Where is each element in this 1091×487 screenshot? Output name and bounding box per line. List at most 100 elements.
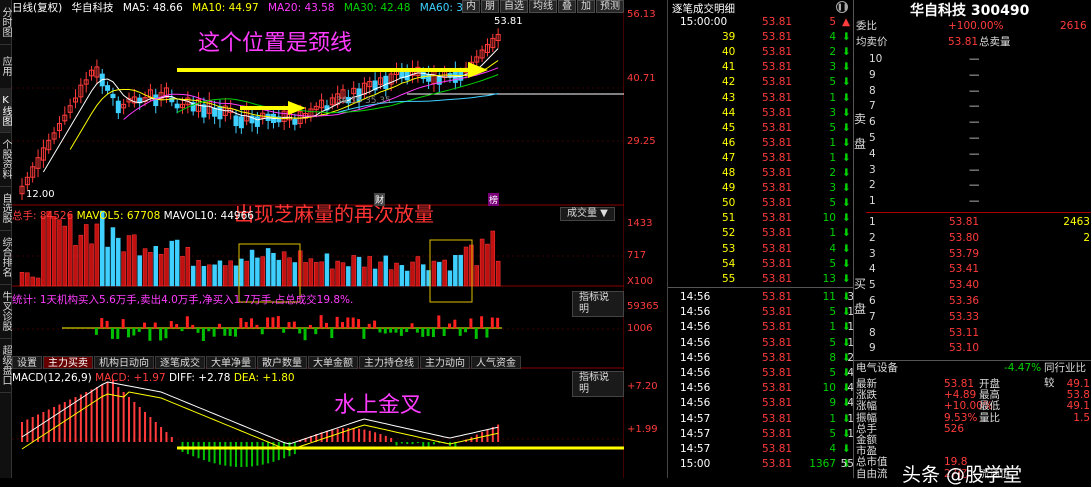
trade-down-arrow: ⬇ [842, 197, 851, 210]
annotation-macd: 水上金叉 [334, 393, 423, 418]
left-tab-4[interactable]: 自选股 [0, 186, 11, 231]
left-tab-7[interactable]: 超级盘口 [0, 338, 11, 393]
volume-bar [394, 262, 399, 287]
trade-time: 39 [722, 31, 736, 44]
candle-body [217, 106, 223, 120]
volume-bar [474, 265, 479, 287]
buy-level[interactable]: 8 53.11 [854, 326, 1091, 341]
marker-cai[interactable]: 财 [374, 193, 386, 206]
buy-level[interactable]: 7 53.33 [854, 310, 1091, 325]
annotation-neckline: 这个位置是颈线 [198, 31, 353, 56]
sell-level[interactable]: 5— [854, 131, 1091, 146]
buy-level[interactable]: 4 53.41 [854, 262, 1091, 277]
volume-bar [276, 259, 282, 287]
tab-bigamt[interactable]: 大单金额 [308, 356, 358, 369]
volume-bar [404, 270, 410, 287]
buy-level-price: 53.79 [949, 247, 980, 260]
left-tab-6[interactable]: 牛叉诊股 [0, 284, 11, 339]
pause-icon[interactable]: ❚❚ [836, 1, 849, 13]
left-tab-1[interactable]: 应用 [0, 44, 11, 89]
trade-time: 55 [722, 272, 736, 285]
tab-mainflow[interactable]: 主力动向 [420, 356, 470, 369]
axis-vol-2: 717 [627, 250, 647, 261]
left-tab-3[interactable]: 个股资料 [0, 132, 11, 187]
trade-down-arrow: ⬇ [842, 242, 851, 255]
left-tab-kline[interactable]: K线图 [0, 88, 11, 133]
trade-count: 55 [840, 458, 854, 471]
macd-bar [26, 419, 29, 442]
buy-level-price: 53.36 [949, 295, 980, 307]
sell-level[interactable]: 7— [854, 99, 1091, 114]
webi-count: 2616 [1060, 20, 1087, 32]
volume-select[interactable]: 成交量 ▼ [560, 207, 615, 221]
indicator-bar [330, 328, 334, 339]
volume-bar [367, 256, 372, 287]
trade-bottom-row: 14:56 53.81 8 ⬇ 2 [668, 351, 854, 366]
trade-price: 53.81 [762, 197, 793, 210]
indicator-bar [196, 328, 200, 333]
sell-level-no: 1 [869, 195, 876, 208]
axis-price-1: 56.13 [627, 9, 656, 20]
indicator-bar [212, 328, 216, 337]
trade-price: 53.81 [762, 272, 793, 285]
buy-level[interactable]: 9 53.10 [854, 341, 1091, 356]
indicator-bar [159, 328, 163, 341]
avg-label: 均卖价 [856, 36, 888, 48]
tab-bignet[interactable]: 大单净量 [206, 356, 256, 369]
macd-help-button[interactable]: 指标说明 [572, 371, 624, 397]
buy-level[interactable]: 1 53.81 2463 [854, 215, 1091, 230]
sell-level[interactable]: 3— [854, 163, 1091, 178]
tab-settings[interactable]: 设置 [12, 356, 42, 369]
sell-level[interactable]: 9— [854, 68, 1091, 83]
sell-level-price: — [969, 116, 980, 129]
tab-institution[interactable]: 机构日动向 [94, 356, 154, 369]
trade-top-row: 51 53.81 10 ⬇ [668, 211, 854, 226]
trade-down-arrow: ⬇ [842, 257, 851, 270]
sector-name[interactable]: 电气设备 [856, 361, 898, 376]
ma-lines [42, 48, 499, 173]
sell-level-no: 3 [869, 163, 876, 176]
sell-level[interactable]: 4— [854, 147, 1091, 162]
tab-main-trade[interactable]: 主力买卖 [43, 356, 93, 369]
tab-retail[interactable]: 散户数量 [257, 356, 307, 369]
trade-down-arrow: ⬇ [842, 272, 851, 285]
left-tab-0[interactable]: 分时图 [0, 0, 11, 45]
tab-tick[interactable]: 逐笔成交 [155, 356, 205, 369]
axis-vol-1: 1433 [627, 218, 653, 229]
buy-level[interactable]: 5 53.40 [854, 278, 1091, 293]
tab-holdline[interactable]: 主力持仓线 [359, 356, 419, 369]
buy-level-price: 53.41 [949, 263, 980, 276]
tab-popularity[interactable]: 人气资金 [471, 356, 521, 369]
marker-bang[interactable]: 榜 [488, 193, 500, 206]
volume-bar [239, 258, 244, 287]
sell-level[interactable]: 2— [854, 178, 1091, 193]
trade-time: 14:56 [680, 397, 711, 410]
buy-level[interactable]: 2 53.80 2 [854, 231, 1091, 246]
sell-level[interactable]: 6— [854, 115, 1091, 130]
volume-bar [78, 234, 84, 287]
volume-bar [303, 262, 308, 287]
indicator-bar [175, 324, 179, 328]
buy-level-no: 6 [869, 295, 876, 307]
indicator-bar [362, 328, 366, 339]
trade-time: 47 [722, 151, 736, 164]
buy-level-price: 53.10 [949, 342, 980, 355]
sell-level[interactable]: 10 — [854, 52, 1091, 67]
buy-level[interactable]: 6 53.36 [854, 294, 1091, 309]
indicator-bar [464, 328, 468, 333]
left-tab-5[interactable]: 综合排名 [0, 230, 11, 285]
indicator-bar [110, 328, 114, 339]
trade-price: 53.81 [762, 351, 793, 364]
trade-volume: 2 [829, 46, 836, 59]
sell-level[interactable]: 1— [854, 194, 1091, 209]
trade-top-row: 55 53.81 13 ⬇ [668, 272, 854, 287]
sell-level[interactable]: 8— [854, 84, 1091, 99]
trade-top-row: 50 53.81 5 ⬇ [668, 196, 854, 211]
buy-level[interactable]: 3 53.79 [854, 247, 1091, 262]
macd-bar [229, 442, 232, 467]
macd-bar [218, 442, 221, 465]
indicator-help-button[interactable]: 指标说明 [572, 291, 624, 317]
buy-level-no: 7 [869, 310, 876, 323]
trade-time: 54 [722, 257, 736, 270]
macd-bar [42, 412, 45, 442]
